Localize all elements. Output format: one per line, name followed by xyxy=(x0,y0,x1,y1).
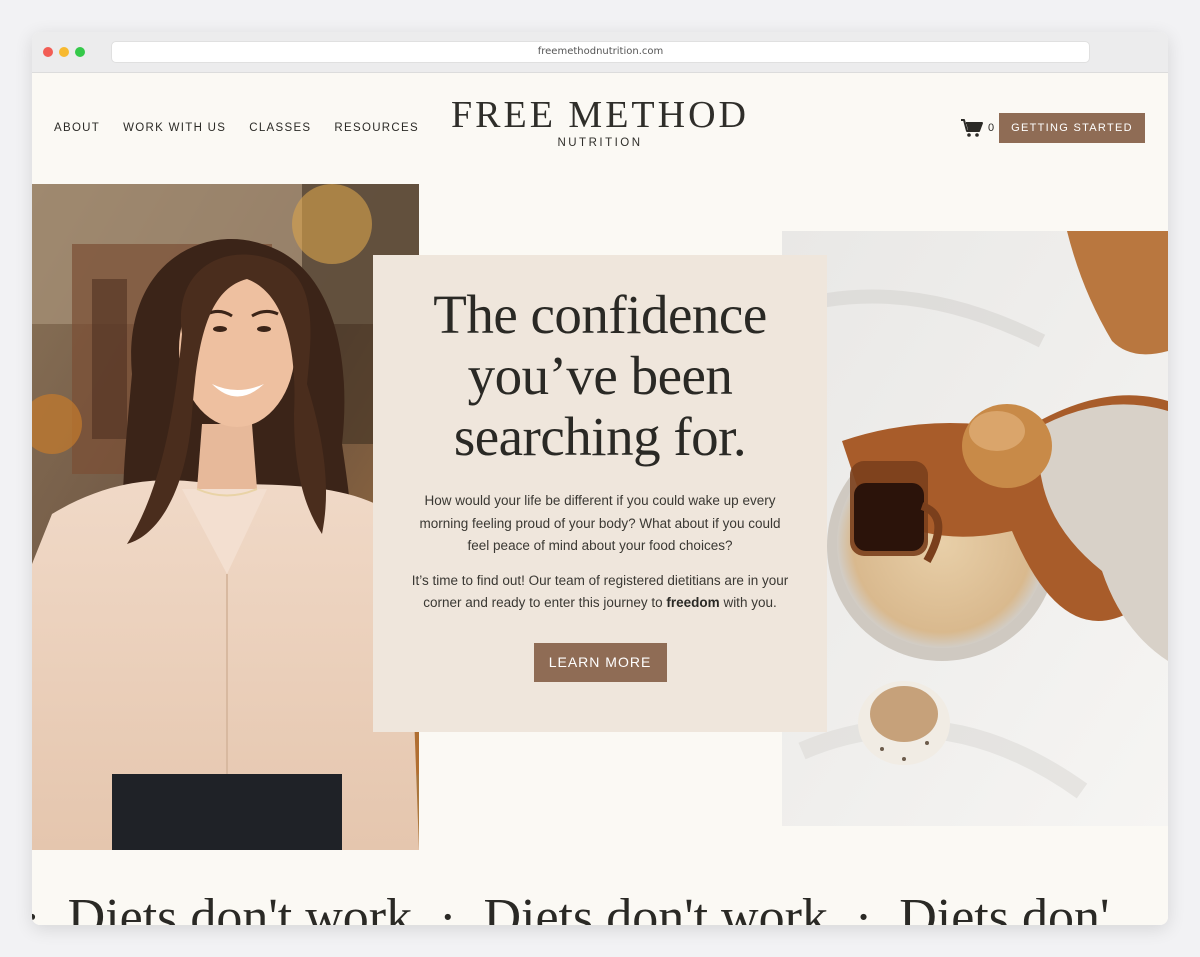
hero-card: The confidence you’ve been searching for… xyxy=(373,255,827,732)
headline-line-3: searching for. xyxy=(453,406,747,467)
getting-started-button[interactable]: GETTING STARTED xyxy=(999,113,1145,143)
hero-paragraph-1: How would your life be different if you … xyxy=(419,493,781,553)
close-window-button[interactable] xyxy=(43,47,53,57)
diets-marquee: ork·Diets don't work·Diets don't work·Di… xyxy=(32,878,1168,925)
hero-headline: The confidence you’ve been searching for… xyxy=(373,284,827,467)
headline-line-1: The confidence xyxy=(433,284,767,345)
marquee-separator: · xyxy=(854,889,873,925)
maximize-window-button[interactable] xyxy=(75,47,85,57)
marquee-track: ork·Diets don't work·Diets don't work·Di… xyxy=(32,888,1136,925)
logo-subtitle: NUTRITION xyxy=(557,137,643,149)
page: ABOUT WORK WITH US CLASSES RESOURCES FRE… xyxy=(32,73,1168,925)
marquee-separator: · xyxy=(439,889,457,925)
marquee-item: Diets don't work xyxy=(67,889,413,925)
hero-photo-woman xyxy=(32,184,419,850)
browser-chrome: freemethodnutrition.com xyxy=(32,32,1168,73)
paragraph-2-tail: with you. xyxy=(719,595,777,610)
hero-photo-breakfast xyxy=(782,231,1168,826)
cart-count: 0 xyxy=(988,122,995,134)
headline-line-2: you’ve been xyxy=(467,345,733,406)
learn-more-button[interactable]: LEARN MORE xyxy=(533,642,667,682)
browser-window: freemethodnutrition.com ABOUT WORK WITH … xyxy=(32,32,1168,925)
address-bar[interactable]: freemethodnutrition.com xyxy=(111,41,1090,63)
cart-icon xyxy=(961,119,983,137)
minimize-window-button[interactable] xyxy=(59,47,69,57)
marquee-item: Diets don't work xyxy=(483,889,828,925)
hero-paragraph-2: It’s time to find out! Our team of regis… xyxy=(410,570,790,615)
marquee-separator: · xyxy=(32,888,41,925)
site-logo[interactable]: FREE METHOD NUTRITION xyxy=(32,93,1168,149)
marquee-item: Diets don' xyxy=(899,889,1110,925)
freedom-emphasis: freedom xyxy=(666,595,720,610)
cart-link[interactable]: 0 xyxy=(960,118,994,138)
logo-wordmark: FREE METHOD xyxy=(451,94,749,136)
